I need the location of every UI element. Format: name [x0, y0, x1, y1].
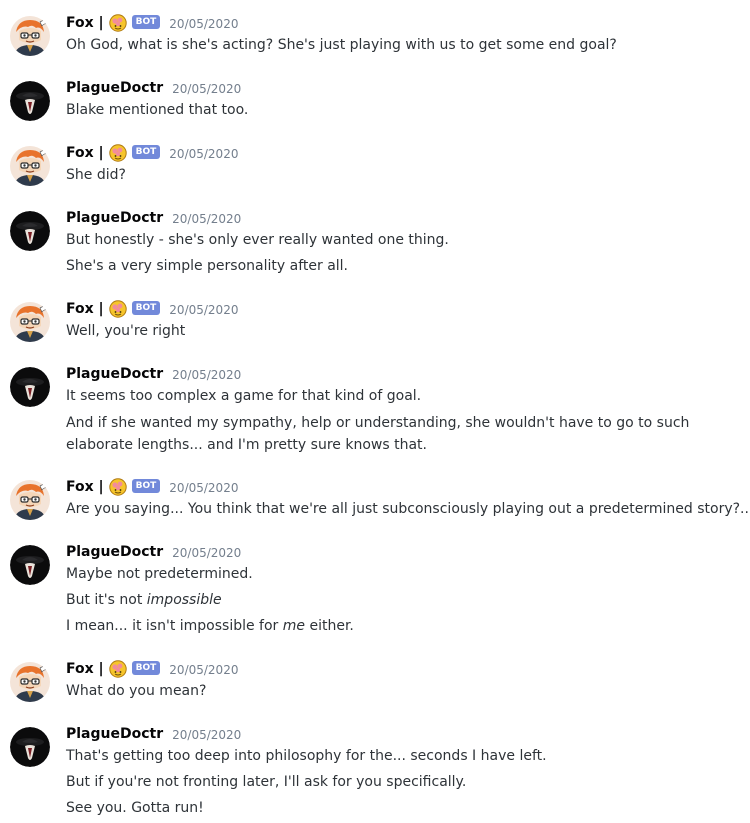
- message-header: Fox | BOT 20/05/2020: [66, 477, 238, 497]
- message-text: It seems too complex a game for that kin…: [66, 388, 422, 404]
- timestamp[interactable]: 20/05/2020: [172, 368, 241, 382]
- brain-emoji-icon: [108, 14, 127, 32]
- bot-badge: BOT: [131, 145, 161, 159]
- message-text-italic: me: [282, 618, 306, 634]
- message-text: What do you mean?: [66, 683, 207, 699]
- author-name[interactable]: PlagueDoctr: [66, 726, 163, 742]
- timestamp[interactable]: 20/05/2020: [169, 663, 238, 677]
- plaguedoctr-avatar[interactable]: [10, 367, 50, 407]
- bot-badge: BOT: [131, 661, 161, 675]
- message-header: PlagueDoctr 20/05/2020: [66, 78, 241, 98]
- bot-badge: BOT: [131, 15, 161, 29]
- message-text: She's a very simple personality after al…: [66, 258, 348, 274]
- author-name[interactable]: PlagueDoctr: [66, 366, 163, 382]
- timestamp[interactable]: 20/05/2020: [172, 212, 241, 226]
- brain-emoji-icon: [108, 478, 127, 496]
- message-text: And if she wanted my sympathy, help or u…: [66, 415, 690, 453]
- message-header: PlagueDoctr 20/05/2020: [66, 542, 241, 562]
- timestamp[interactable]: 20/05/2020: [169, 481, 238, 495]
- brain-emoji-icon: [108, 144, 127, 162]
- message-text: But if you're not fronting later, I'll a…: [66, 774, 467, 790]
- plaguedoctr-avatar[interactable]: [10, 545, 50, 585]
- author-name[interactable]: PlagueDoctr: [66, 210, 163, 226]
- author-name[interactable]: Fox |: [66, 145, 104, 161]
- fox-avatar[interactable]: [10, 16, 50, 56]
- timestamp[interactable]: 20/05/2020: [169, 147, 238, 161]
- message-text: Oh God, what is she's acting? She's just…: [66, 37, 617, 53]
- message-header: PlagueDoctr 20/05/2020: [66, 724, 241, 744]
- plaguedoctr-avatar[interactable]: [10, 211, 50, 251]
- brain-emoji-icon: [108, 660, 127, 678]
- message-header: Fox | BOT 20/05/2020: [66, 13, 238, 33]
- fox-avatar[interactable]: [10, 302, 50, 342]
- message-text: That's getting too deep into philosophy …: [66, 748, 547, 764]
- fox-avatar[interactable]: [10, 480, 50, 520]
- bot-badge: BOT: [131, 301, 161, 315]
- brain-emoji-icon: [108, 300, 127, 318]
- timestamp[interactable]: 20/05/2020: [172, 728, 241, 742]
- message-header: PlagueDoctr 20/05/2020: [66, 208, 241, 228]
- fox-avatar[interactable]: [10, 662, 50, 702]
- timestamp[interactable]: 20/05/2020: [172, 546, 241, 560]
- message-text-segment: either.: [305, 618, 354, 634]
- author-name[interactable]: Fox |: [66, 479, 104, 495]
- message-text: But it's not impossible: [66, 592, 222, 608]
- author-name[interactable]: PlagueDoctr: [66, 80, 163, 96]
- author-name[interactable]: Fox |: [66, 301, 104, 317]
- plaguedoctr-avatar[interactable]: [10, 81, 50, 121]
- message-text: But honestly - she's only ever really wa…: [66, 232, 449, 248]
- timestamp[interactable]: 20/05/2020: [169, 303, 238, 317]
- message-text: I mean... it isn't impossible for me eit…: [66, 618, 354, 634]
- bot-badge: BOT: [131, 479, 161, 493]
- message-text: Blake mentioned that too.: [66, 102, 249, 118]
- fox-avatar[interactable]: [10, 146, 50, 186]
- message-text: See you. Gotta run!: [66, 800, 204, 816]
- message-text: Are you saying... You think that we're a…: [66, 501, 750, 517]
- message-text: Maybe not predetermined.: [66, 566, 253, 582]
- message-header: Fox | BOT 20/05/2020: [66, 659, 238, 679]
- message-text: Well, you're right: [66, 323, 186, 339]
- plaguedoctr-avatar[interactable]: [10, 727, 50, 767]
- message-header: Fox | BOT 20/05/2020: [66, 299, 238, 319]
- author-name[interactable]: Fox |: [66, 661, 104, 677]
- message-header: PlagueDoctr 20/05/2020: [66, 364, 241, 384]
- message-text-italic: impossible: [146, 592, 222, 608]
- timestamp[interactable]: 20/05/2020: [172, 82, 241, 96]
- message-header: Fox | BOT 20/05/2020: [66, 143, 238, 163]
- message-text-segment: I mean... it isn't impossible for: [66, 618, 283, 634]
- author-name[interactable]: Fox |: [66, 15, 104, 31]
- author-name[interactable]: PlagueDoctr: [66, 544, 163, 560]
- timestamp[interactable]: 20/05/2020: [169, 17, 238, 31]
- message-text-segment: But it's not: [66, 592, 147, 608]
- message-text: She did?: [66, 167, 126, 183]
